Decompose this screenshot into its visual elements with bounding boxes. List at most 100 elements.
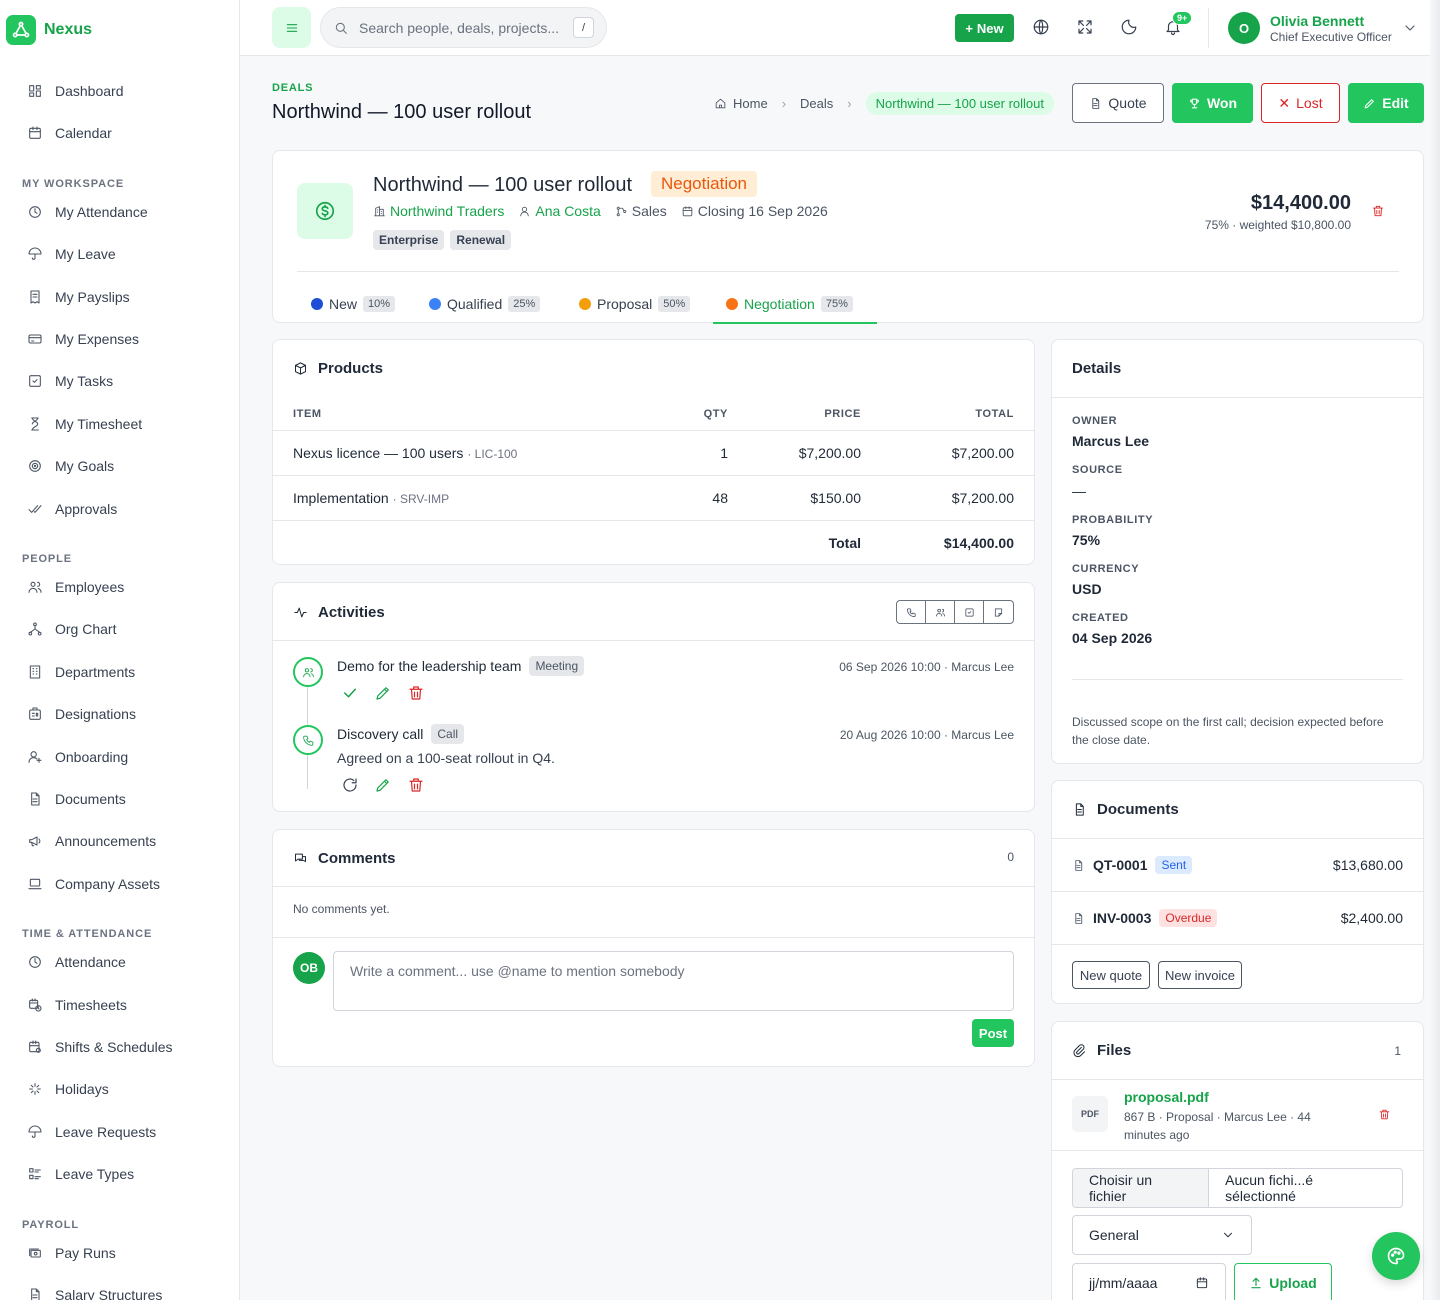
sidebar-item-designations[interactable]: Designations (27, 704, 136, 724)
fullscreen-button[interactable] (1076, 18, 1094, 36)
document-row[interactable]: QT-0001 Sent $13,680.00 (1052, 839, 1423, 892)
comment-input[interactable] (333, 951, 1014, 1011)
total-cell: $7,200.00 (951, 490, 1014, 506)
file-picker[interactable]: Choisir un fichier Aucun fichi...é sélec… (1072, 1168, 1403, 1208)
sidebar-item-approvals[interactable]: Approvals (27, 499, 117, 519)
file-category-select[interactable]: General (1072, 1215, 1252, 1255)
sidebar-item-my-goals[interactable]: My Goals (27, 456, 114, 476)
trash-icon (409, 686, 423, 700)
deal-contact-link[interactable]: Ana Costa (535, 203, 600, 219)
stage-tab-qualified[interactable]: Qualified 25% (429, 296, 541, 312)
upload-button[interactable]: Upload (1234, 1263, 1332, 1300)
activity-title: Discovery call Call (337, 724, 465, 744)
sidebar-item-salary-structures[interactable]: Salary Structures (27, 1285, 162, 1300)
user-name[interactable]: Olivia Bennett (1270, 13, 1364, 29)
file-date-input[interactable]: jj/mm/aaaa (1072, 1263, 1226, 1300)
menu-toggle-button[interactable] (272, 7, 311, 48)
edit-activity-button[interactable] (374, 684, 392, 702)
meeting-icon (293, 657, 323, 687)
sidebar-item-company-assets[interactable]: Company Assets (27, 874, 160, 894)
document-id: INV-0003 (1093, 910, 1152, 926)
sidebar-item-org-chart[interactable]: Org Chart (27, 619, 116, 639)
quote-button[interactable]: Quote (1072, 83, 1164, 123)
sidebar-item-calendar[interactable]: Calendar (27, 123, 112, 143)
post-comment-button[interactable]: Post (972, 1019, 1014, 1047)
category-value: General (1089, 1227, 1139, 1243)
complete-activity-button[interactable] (341, 684, 359, 702)
sidebar-item-holidays[interactable]: Holidays (27, 1079, 109, 1099)
sidebar-item-my-timesheet[interactable]: My Timesheet (27, 414, 142, 434)
global-search[interactable]: / (320, 7, 607, 48)
new-invoice-button[interactable]: New invoice (1158, 961, 1242, 989)
sidebar-item-announcements[interactable]: Announcements (27, 831, 156, 851)
file-name-link[interactable]: proposal.pdf (1124, 1089, 1209, 1105)
won-button[interactable]: Won (1172, 83, 1253, 123)
edit-activity-button[interactable] (374, 776, 392, 794)
new-button[interactable]: + New (955, 14, 1014, 42)
breadcrumb-home[interactable]: Home (733, 96, 768, 111)
sidebar-item-leave-requests[interactable]: Leave Requests (27, 1122, 156, 1142)
app-logo[interactable]: Nexus (6, 15, 92, 45)
deal-weighted-value: 75% · weighted $10,800.00 (1204, 218, 1351, 232)
deal-name: Northwind — 100 user rollout (373, 174, 633, 196)
lost-button[interactable]: ✕ Lost (1261, 83, 1340, 123)
sidebar-item-timesheets[interactable]: Timesheets (27, 995, 127, 1015)
sidebar-item-label: My Expenses (55, 331, 140, 347)
delete-activity-button[interactable] (407, 684, 425, 702)
products-header: Products (293, 360, 383, 377)
avatar: OB (293, 952, 325, 984)
tag-enterprise: Enterprise (373, 230, 445, 250)
sidebar-item-attendance[interactable]: Attendance (27, 952, 126, 972)
user-menu-chevron-icon[interactable] (1402, 20, 1418, 36)
sidebar-item-onboarding[interactable]: Onboarding (27, 747, 128, 767)
delete-file-button[interactable] (1378, 1108, 1391, 1121)
cash-icon (27, 1245, 43, 1261)
log-note-button[interactable] (984, 601, 1013, 623)
log-call-button[interactable] (897, 601, 926, 623)
sidebar-item-documents[interactable]: Documents (27, 789, 126, 809)
sidebar-item-dashboard[interactable]: Dashboard (27, 81, 124, 101)
deal-company-link[interactable]: Northwind Traders (390, 203, 504, 219)
sidebar-item-my-expenses[interactable]: My Expenses (27, 329, 139, 349)
reopen-activity-button[interactable] (341, 776, 359, 794)
qty-cell: 1 (720, 445, 728, 461)
stage-tab-negotiation[interactable]: Negotiation 75% (726, 296, 853, 312)
language-button[interactable] (1032, 18, 1050, 36)
delete-activity-button[interactable] (407, 776, 425, 794)
choose-file-button[interactable]: Choisir un fichier (1073, 1169, 1210, 1207)
document-row[interactable]: INV-0003 Overdue $2,400.00 (1052, 892, 1423, 945)
sidebar-item-shifts-schedules[interactable]: Shifts & Schedules (27, 1037, 173, 1057)
theme-customizer-button[interactable] (1372, 1232, 1420, 1280)
sidebar-item-my-payslips[interactable]: My Payslips (27, 287, 130, 307)
log-task-button[interactable] (955, 601, 984, 623)
deal-amount: $14,400.00 (1250, 192, 1351, 214)
sidebar-item-my-tasks[interactable]: My Tasks (27, 371, 113, 391)
document-amount: $13,680.00 (1332, 857, 1403, 873)
calendar-icon (682, 205, 693, 216)
sidebar-item-my-leave[interactable]: My Leave (27, 244, 116, 264)
search-input[interactable] (359, 19, 563, 36)
sidebar-item-departments[interactable]: Departments (27, 662, 135, 682)
calendar-icon[interactable] (1195, 1276, 1209, 1290)
stage-tab-proposal[interactable]: Proposal 50% (579, 296, 691, 312)
sidebar-item-label: My Leave (55, 246, 116, 263)
table-row: Implementation · SRV-IMP 48 $150.00 $7,2… (273, 476, 1034, 521)
sidebar-item-leave-types[interactable]: Leave Types (27, 1164, 134, 1184)
log-meeting-button[interactable] (926, 601, 955, 623)
breadcrumb-deals[interactable]: Deals (800, 96, 833, 111)
active-stage-indicator (713, 322, 877, 324)
delete-deal-button[interactable] (1371, 204, 1385, 218)
stage-tab-new[interactable]: New 10% (311, 296, 396, 312)
sidebar-item-label: Org Chart (55, 621, 117, 638)
new-quote-button[interactable]: New quote (1072, 961, 1150, 989)
sidebar-item-pay-runs[interactable]: Pay Runs (27, 1243, 116, 1263)
deal-description: Discussed scope on the first call; decis… (1072, 715, 1384, 747)
edit-button[interactable]: Edit (1348, 83, 1424, 123)
laptop-icon (27, 876, 43, 892)
theme-toggle-button[interactable] (1120, 18, 1138, 36)
user-avatar[interactable]: O (1228, 12, 1260, 44)
sidebar-item-employees[interactable]: Employees (27, 577, 124, 597)
scrollbar-track[interactable] (1430, 0, 1440, 1300)
probability-value: 75% (1072, 532, 1101, 548)
sidebar-item-my-attendance[interactable]: My Attendance (27, 202, 148, 222)
